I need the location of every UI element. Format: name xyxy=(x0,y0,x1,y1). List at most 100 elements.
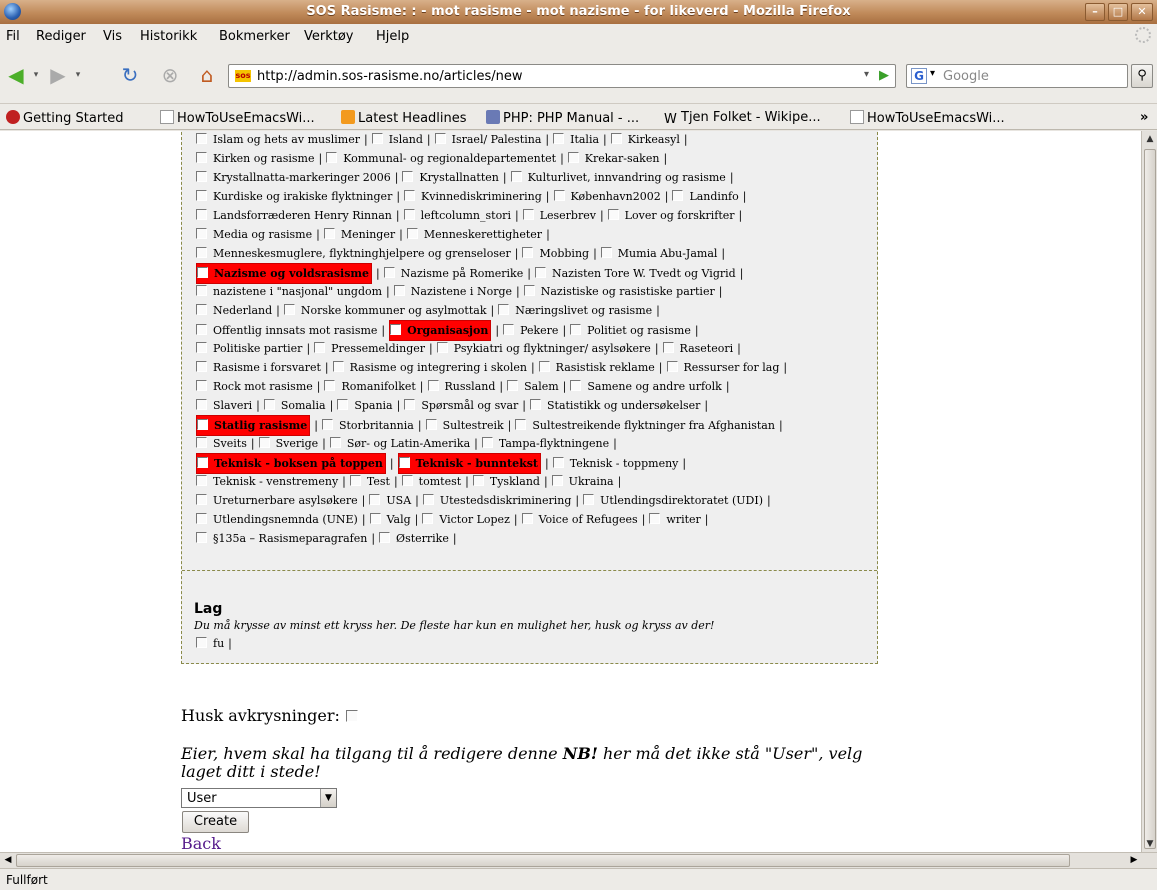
category-checkbox[interactable] xyxy=(472,475,484,486)
category-option[interactable]: Nazistiske og rasistiske partier xyxy=(523,282,715,301)
category-checkbox[interactable] xyxy=(263,399,275,410)
category-checkbox[interactable] xyxy=(196,380,207,391)
category-checkbox[interactable] xyxy=(436,342,448,353)
category-option[interactable]: Kirkeasyl xyxy=(610,131,680,149)
search-box[interactable]: G ▾ Google xyxy=(906,64,1128,88)
category-option[interactable]: Pressemeldinger xyxy=(314,339,425,358)
vertical-scrollbar[interactable]: ▲ ▼ xyxy=(1141,131,1157,852)
category-option[interactable]: Nazisme og voldsrasisme xyxy=(196,263,373,284)
create-button[interactable]: Create xyxy=(182,811,249,833)
category-option[interactable]: Leserbrev xyxy=(522,206,596,225)
back-arrow-icon[interactable]: ◀ xyxy=(4,63,28,87)
category-checkbox[interactable] xyxy=(314,342,326,353)
category-checkbox[interactable] xyxy=(196,247,207,258)
category-checkbox[interactable] xyxy=(425,419,437,430)
home-icon[interactable]: ⌂ xyxy=(195,63,219,87)
category-option[interactable]: Krystallnatta-markeringer 2006 xyxy=(196,168,391,187)
menu-rediger[interactable]: Rediger xyxy=(36,29,86,44)
category-checkbox[interactable] xyxy=(530,399,541,410)
owner-select[interactable]: User ▼ xyxy=(181,788,337,808)
scroll-up-icon[interactable]: ▲ xyxy=(1142,131,1157,147)
category-checkbox[interactable] xyxy=(196,437,207,448)
category-checkbox[interactable] xyxy=(507,380,519,391)
category-checkbox[interactable] xyxy=(610,133,622,144)
category-checkbox[interactable] xyxy=(258,437,270,448)
category-checkbox[interactable] xyxy=(379,532,391,543)
category-checkbox[interactable] xyxy=(196,532,207,543)
category-checkbox[interactable] xyxy=(401,475,413,486)
scroll-down-icon[interactable]: ▼ xyxy=(1142,836,1157,852)
category-option[interactable]: Offentlig innsats mot rasisme xyxy=(196,321,377,340)
close-icon[interactable]: ✕ xyxy=(1131,3,1153,21)
category-checkbox[interactable] xyxy=(522,209,534,220)
category-option[interactable]: Ureturnerbare asylsøkere xyxy=(196,491,358,510)
category-option[interactable]: Krystallnatten xyxy=(402,168,499,187)
lag-checkbox[interactable] xyxy=(196,637,207,648)
category-checkbox[interactable] xyxy=(337,399,349,410)
category-option[interactable]: USA xyxy=(369,491,411,510)
category-option[interactable]: Menneskerettigheter xyxy=(406,225,542,244)
chevron-down-icon[interactable]: ▼ xyxy=(320,789,336,807)
category-checkbox[interactable] xyxy=(323,228,335,239)
category-checkbox[interactable] xyxy=(570,324,582,335)
category-checkbox[interactable] xyxy=(422,513,434,524)
url-history-dropdown-icon[interactable]: ▾ xyxy=(864,69,869,80)
category-option[interactable]: Utestedsdiskriminering xyxy=(422,491,571,510)
category-option[interactable]: Nazisme på Romerike xyxy=(383,264,523,283)
menu-vis[interactable]: Vis xyxy=(103,29,122,44)
category-checkbox[interactable] xyxy=(196,494,207,505)
category-checkbox[interactable] xyxy=(666,361,678,372)
back-history-dropdown-icon[interactable]: ▾ xyxy=(30,63,42,87)
category-option[interactable]: Mobbing xyxy=(522,244,589,263)
category-option[interactable]: Israel/ Palestina xyxy=(434,131,541,149)
lag-option[interactable]: fu | xyxy=(196,637,236,650)
category-checkbox[interactable] xyxy=(196,190,207,201)
category-checkbox[interactable] xyxy=(481,437,493,448)
category-option[interactable]: København2002 xyxy=(553,187,661,206)
category-checkbox[interactable] xyxy=(329,437,341,448)
category-checkbox[interactable] xyxy=(332,361,344,372)
category-option[interactable]: §135a – Rasismeparagrafen xyxy=(196,529,367,548)
category-checkbox[interactable] xyxy=(404,190,416,201)
category-checkbox[interactable] xyxy=(434,133,446,144)
reload-icon[interactable]: ↻ xyxy=(118,63,142,87)
category-checkbox[interactable] xyxy=(498,304,510,315)
category-option[interactable]: Ukraina xyxy=(551,472,614,491)
category-checkbox[interactable] xyxy=(427,380,439,391)
category-checkbox[interactable] xyxy=(503,324,515,335)
category-checkbox[interactable] xyxy=(402,171,414,182)
category-option[interactable]: Landsforræderen Henry Rinnan xyxy=(196,206,392,225)
category-checkbox[interactable] xyxy=(196,399,207,410)
horizontal-scroll-thumb[interactable] xyxy=(16,854,1070,867)
category-option[interactable]: Tyskland xyxy=(472,472,540,491)
category-option[interactable]: Ressurser for lag xyxy=(666,358,779,377)
category-option[interactable]: Psykiatri og flyktninger/ asylsøkere xyxy=(436,339,651,358)
category-option[interactable]: Nazisten Tore W. Tvedt og Vigrid xyxy=(534,264,736,283)
category-option[interactable]: Kvinnediskriminering xyxy=(404,187,542,206)
category-checkbox[interactable] xyxy=(321,419,333,430)
category-option[interactable]: Menneskesmuglere, flyktninghjelpere og g… xyxy=(196,244,511,263)
category-option[interactable]: Slaveri xyxy=(196,396,252,415)
category-option[interactable]: Politiske partier xyxy=(196,339,302,358)
category-checkbox[interactable] xyxy=(196,133,207,144)
category-checkbox[interactable] xyxy=(403,209,415,220)
category-checkbox[interactable] xyxy=(510,171,522,182)
bookmark-howtouseemacs-2[interactable]: HowToUseEmacsWi... xyxy=(850,110,1005,126)
category-option[interactable]: Rasistisk reklame xyxy=(538,358,655,377)
category-option[interactable]: nazistene i "nasjonal" ungdom xyxy=(196,282,382,301)
bookmark-getting-started[interactable]: Getting Started xyxy=(6,110,124,126)
category-checkbox[interactable] xyxy=(196,324,207,335)
go-arrow-icon[interactable]: ▶ xyxy=(879,68,889,83)
category-checkbox[interactable] xyxy=(196,171,207,182)
category-checkbox[interactable] xyxy=(196,475,207,486)
category-checkbox[interactable] xyxy=(521,513,533,524)
menu-verktoy[interactable]: Verktøy xyxy=(304,29,354,44)
menu-historikk[interactable]: Historikk xyxy=(140,29,197,44)
category-checkbox[interactable] xyxy=(197,457,208,468)
category-checkbox[interactable] xyxy=(383,267,395,278)
category-option[interactable]: Pekere xyxy=(503,321,558,340)
category-option[interactable]: Somalia xyxy=(263,396,326,415)
category-checkbox[interactable] xyxy=(324,380,336,391)
category-option[interactable]: Storbritannia xyxy=(321,416,414,435)
category-option[interactable]: Raseteori xyxy=(662,339,733,358)
